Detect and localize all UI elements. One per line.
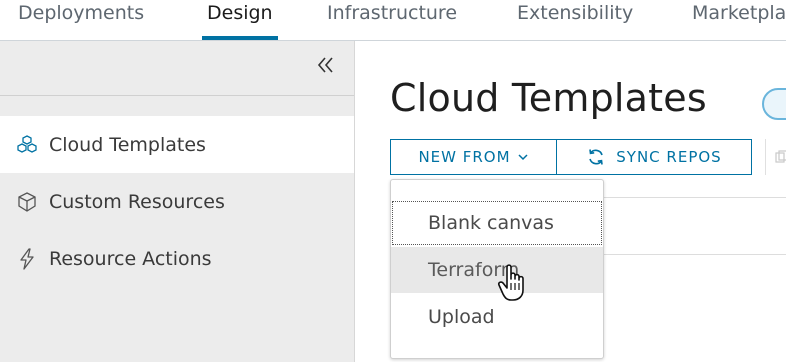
cloud-templates-icon — [15, 133, 39, 157]
sync-icon — [589, 149, 604, 165]
collapse-sidebar-button[interactable] — [316, 55, 336, 75]
new-from-dropdown-menu: Blank canvas Terraform Upload — [390, 179, 604, 359]
sidebar-item-custom-resources[interactable]: Custom Resources — [0, 173, 354, 230]
count-badge — [762, 88, 786, 120]
copy-button[interactable] — [765, 139, 786, 175]
menu-item-blank-canvas[interactable]: Blank canvas — [391, 200, 603, 246]
menu-item-terraform[interactable]: Terraform — [391, 247, 603, 293]
sidebar-item-label: Resource Actions — [49, 247, 212, 270]
new-from-button[interactable]: NEW FROM — [390, 139, 557, 175]
tab-deployments[interactable]: Deployments — [18, 0, 144, 40]
sidebar-item-label: Custom Resources — [49, 190, 225, 213]
sync-repos-label: SYNC REPOS — [616, 148, 722, 166]
grid-header-line — [604, 197, 786, 198]
menu-item-label: Upload — [428, 306, 495, 328]
sidebar-item-label: Cloud Templates — [49, 133, 206, 156]
menu-item-label: Blank canvas — [428, 212, 554, 234]
sidebar: Cloud Templates Custom Resources Resourc… — [0, 41, 355, 362]
page-title: Cloud Templates — [390, 76, 707, 120]
sidebar-item-cloud-templates[interactable]: Cloud Templates — [0, 116, 354, 173]
tab-design[interactable]: Design — [202, 0, 278, 40]
sidebar-divider — [0, 95, 354, 96]
tab-extensibility[interactable]: Extensibility — [517, 0, 633, 40]
cube-icon — [15, 190, 39, 214]
tab-marketplace[interactable]: Marketpla — [692, 0, 786, 40]
lightning-icon — [15, 247, 39, 271]
menu-item-upload[interactable]: Upload — [391, 294, 603, 340]
grid-row-line — [604, 254, 786, 255]
menu-item-label: Terraform — [428, 259, 520, 281]
double-chevron-left-icon — [317, 57, 333, 73]
tab-infrastructure[interactable]: Infrastructure — [327, 0, 457, 40]
chevron-down-icon — [518, 154, 528, 161]
copy-icon — [775, 150, 786, 163]
sync-repos-button[interactable]: SYNC REPOS — [556, 139, 752, 175]
top-nav: Deployments Design Infrastructure Extens… — [0, 0, 786, 41]
new-from-label: NEW FROM — [418, 148, 511, 166]
sidebar-item-resource-actions[interactable]: Resource Actions — [0, 230, 354, 287]
